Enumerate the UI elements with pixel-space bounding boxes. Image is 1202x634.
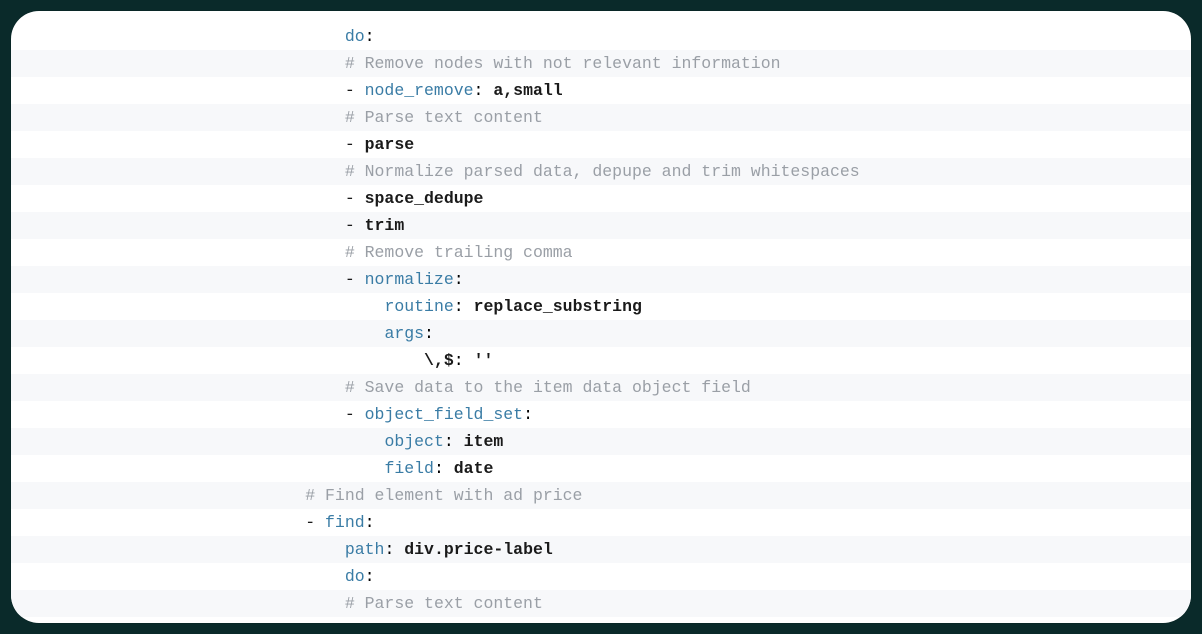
code-line: - parse: [11, 131, 1191, 158]
code-line: field: date: [11, 455, 1191, 482]
code-line: do:: [11, 563, 1191, 590]
code-line: # Normalize parsed data, depupe and trim…: [11, 158, 1191, 185]
code-card: do: # Remove nodes with not relevant inf…: [11, 11, 1191, 623]
code-line: # Parse text content: [11, 590, 1191, 617]
code-line: do:: [11, 23, 1191, 50]
code-line: - trim: [11, 212, 1191, 239]
code-line: - space_dedupe: [11, 185, 1191, 212]
code-line: # Find element with ad price: [11, 482, 1191, 509]
code-line: - normalize:: [11, 266, 1191, 293]
code-line: object: item: [11, 428, 1191, 455]
code-line: path: div.price-label: [11, 536, 1191, 563]
code-line: - node_remove: a,small: [11, 77, 1191, 104]
code-line: routine: replace_substring: [11, 293, 1191, 320]
code-line: # Remove nodes with not relevant informa…: [11, 50, 1191, 77]
code-line: # Save data to the item data object fiel…: [11, 374, 1191, 401]
code-block: do: # Remove nodes with not relevant inf…: [11, 11, 1191, 623]
code-line: # Remove trailing comma: [11, 239, 1191, 266]
code-line: \,$: '': [11, 347, 1191, 374]
code-line: - object_field_set:: [11, 401, 1191, 428]
code-line: # Parse text content: [11, 104, 1191, 131]
code-line: - find:: [11, 509, 1191, 536]
code-line: args:: [11, 320, 1191, 347]
